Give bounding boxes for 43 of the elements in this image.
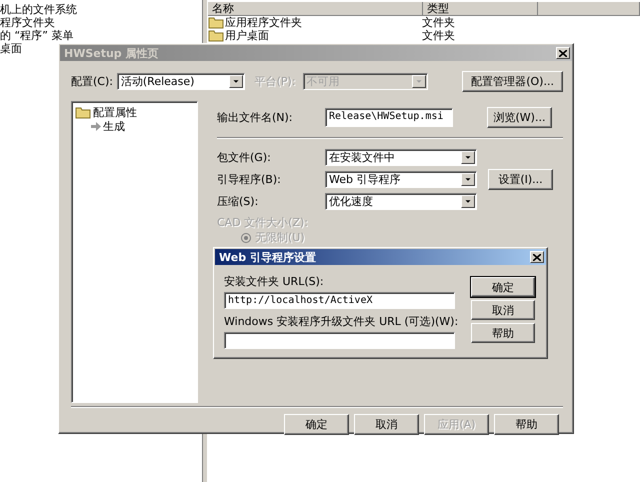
column-header[interactable]: 类型 <box>423 2 538 16</box>
field-label: 安装文件夹 URL(S): <box>224 274 325 289</box>
input-field[interactable] <box>224 332 455 349</box>
dialog-button[interactable]: 取消 <box>354 414 419 435</box>
tree-item[interactable]: 的 “程序” 菜单 <box>0 29 200 42</box>
tree-item[interactable]: 生成 <box>91 119 194 133</box>
dialog-button[interactable]: 帮助 <box>494 414 559 435</box>
dialog-button[interactable]: 确定 <box>471 277 535 297</box>
field-label: Windows 安装程序升级文件夹 URL (可选)(W): <box>224 314 455 329</box>
close-button[interactable] <box>530 251 544 263</box>
input-field[interactable]: Release\HWSetup.msi <box>325 108 453 126</box>
input-field[interactable]: http://localhost/ActiveX <box>224 292 455 309</box>
column-header[interactable] <box>538 2 640 16</box>
folder-icon <box>75 106 91 118</box>
field-label: 引导程序(B): <box>217 172 282 186</box>
dropdown[interactable]: Web 引导程序 <box>325 170 477 188</box>
close-button[interactable] <box>556 47 570 59</box>
dropdown[interactable]: 活动(Release) <box>116 72 245 90</box>
field-label: 配置(C): <box>71 74 114 88</box>
file-type: 文件夹 <box>422 16 455 29</box>
tree-item[interactable]: 配置属性 <box>75 105 194 119</box>
file-type: 文件夹 <box>422 29 455 42</box>
settings-button[interactable]: 设置(I)... <box>488 168 553 190</box>
config-manager-button[interactable]: 配置管理器(O)... <box>462 70 563 92</box>
dialog-button[interactable]: 取消 <box>471 300 535 320</box>
window-title: Web 引导程序设置 <box>219 250 316 264</box>
column-header[interactable]: 名称 <box>208 2 423 16</box>
tree-item[interactable]: 程序文件夹 <box>0 16 200 29</box>
file-name[interactable]: 用户桌面 <box>225 29 269 42</box>
field-label: 包文件(G): <box>217 150 272 164</box>
dropdown[interactable]: 优化速度 <box>325 192 477 210</box>
close-icon <box>559 50 567 56</box>
dialog-button[interactable]: 确定 <box>284 414 349 435</box>
window-title: HWSetup 属性页 <box>64 46 159 60</box>
close-icon <box>533 254 541 260</box>
field-label: 输出文件名(N): <box>217 110 294 124</box>
dropdown[interactable]: 在安装文件中 <box>325 148 477 166</box>
browse-button[interactable]: 浏览(W)... <box>487 106 552 128</box>
tree-item[interactable]: 机上的文件系统 <box>0 3 200 16</box>
dialog-button[interactable]: 帮助 <box>471 323 535 343</box>
field-label: 压缩(S): <box>217 194 260 208</box>
file-name[interactable]: 应用程序文件夹 <box>225 16 302 29</box>
arrow-icon <box>91 122 101 130</box>
